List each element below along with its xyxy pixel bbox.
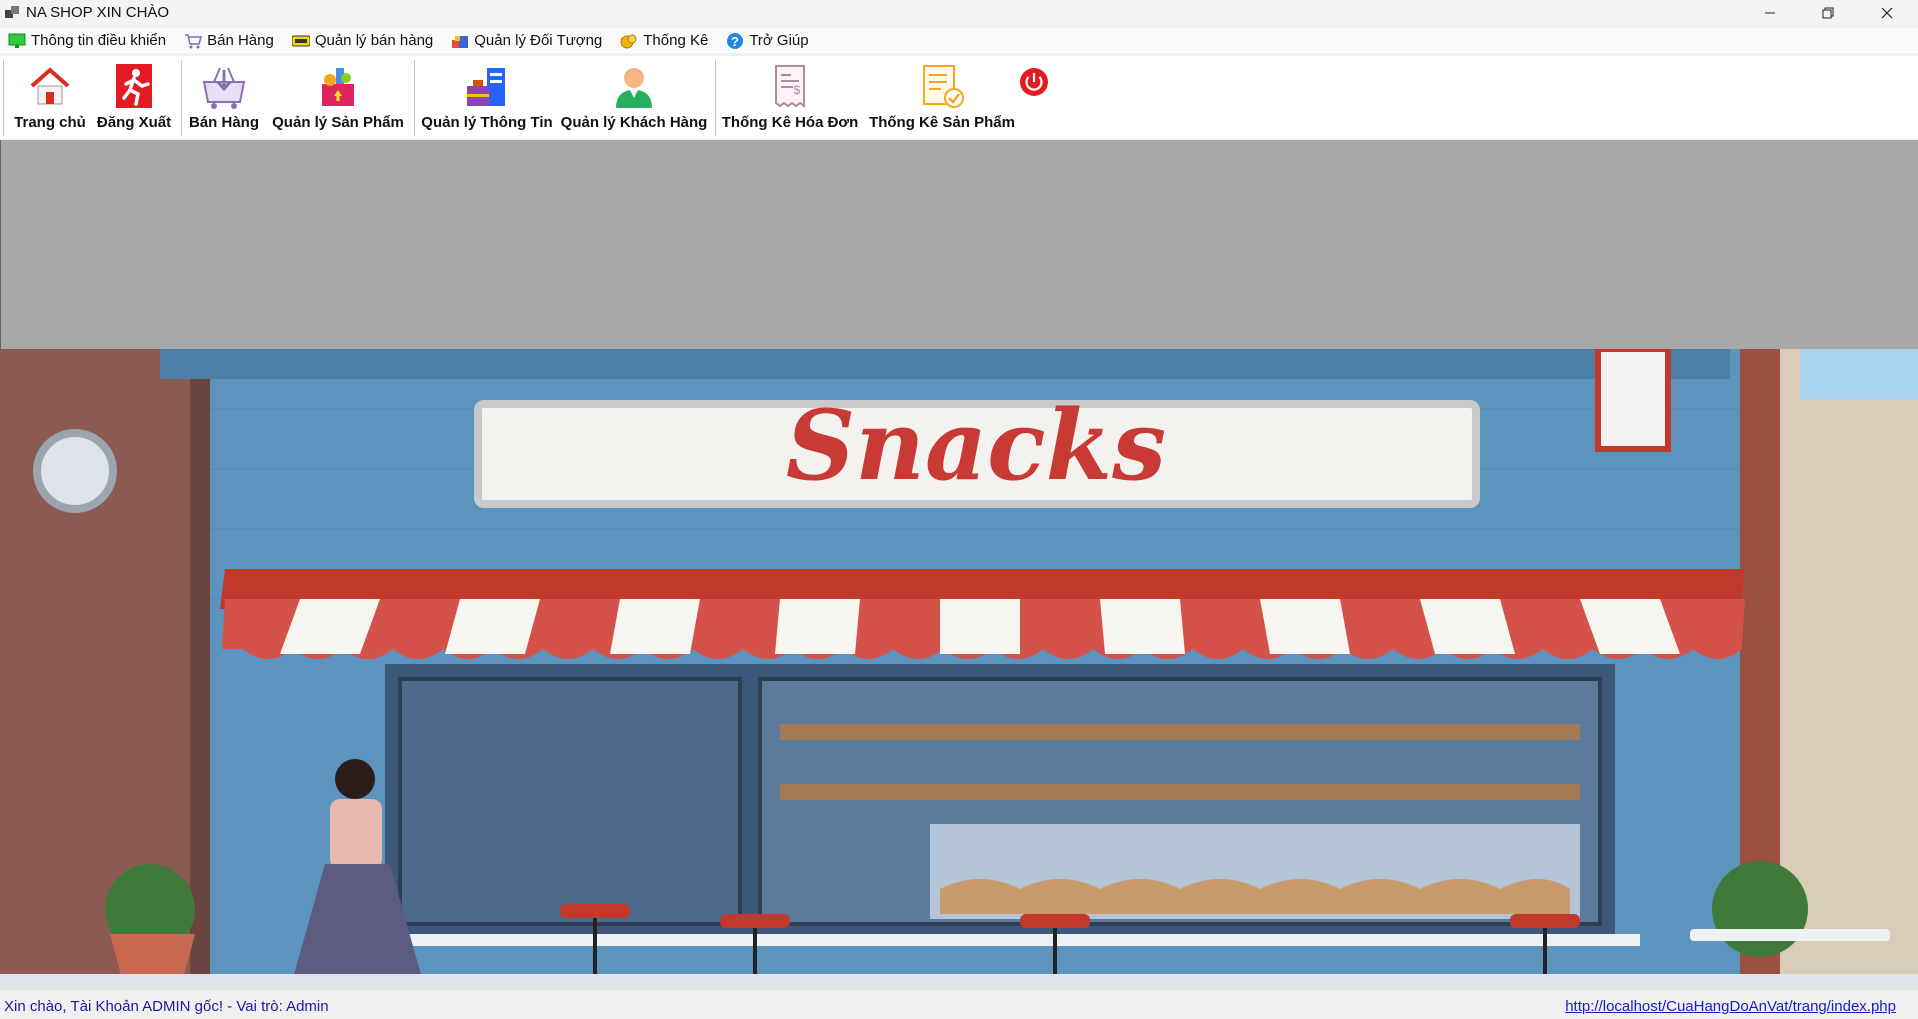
shop-sign-text: Snacks [786,389,1166,502]
menu-label: Bán Hàng [207,32,274,49]
info-management-button[interactable]: Quản lý Thông Tin [421,58,553,136]
app-icon [5,6,19,19]
minimize-icon [1765,12,1775,13]
product-report-icon [923,65,964,108]
toolbar-separator [181,60,182,136]
status-greeting: Xin chào, Tài Khoản ADMIN gốc! - Vai trò… [4,998,329,1015]
snack-shop-illustration: Snacks [0,349,1918,990]
power-button[interactable] [1018,58,1050,136]
toolbar-separator [715,60,716,136]
home-icon [30,67,70,105]
status-bar: Xin chào, Tài Khoản ADMIN gốc! - Vai trò… [0,994,1918,1019]
menu-sales[interactable]: Bán Hàng [176,28,284,53]
objects-icon [451,32,469,50]
toolbar: Trang chủ Đăng Xuất Bán Hàng Quản lý Sản… [0,56,1918,139]
menu-label: Trở Giúp [749,32,809,49]
toolbar-label: Đăng Xuất [96,114,172,131]
logout-button[interactable]: Đăng Xuất [96,58,172,136]
toolbar-label: Quản lý Khách Hàng [560,114,708,131]
customer-icon [616,68,652,108]
svg-text:$: $ [794,83,801,97]
sales-button[interactable]: Bán Hàng [188,58,260,136]
receipt-icon: $ [775,65,805,108]
menu-bar: Thông tin điều khiển Bán Hàng Quản lý bá… [0,28,1918,53]
close-button[interactable] [1864,0,1910,25]
basket-icon [202,67,246,109]
toolbar-separator [414,60,415,136]
monitor-icon [8,32,26,50]
toolbar-label: Quản lý Thông Tin [421,114,553,131]
title-bar: NA SHOP XIN CHÀO [0,0,1918,25]
product-statistics-button[interactable]: Thống Kê Sản Phẩm [868,58,1016,136]
menu-control-info[interactable]: Thông tin điều khiển [0,28,176,53]
toolbar-label: Trang chủ [14,114,86,131]
grocery-bag-icon [322,68,354,106]
menu-help[interactable]: ? Trở Giúp [718,28,818,53]
menu-object-management[interactable]: Quản lý Đối Tượng [443,28,612,53]
invoice-statistics-button[interactable]: $ Thống Kê Hóa Đơn [722,58,858,136]
cart-icon [184,32,203,50]
power-icon [1020,68,1048,96]
minimize-button[interactable] [1747,0,1793,25]
new-badge-icon [291,32,310,50]
toolbar-label: Thống Kê Hóa Đơn [721,114,859,131]
toolbar-label: Quản lý Sản Phẩm [272,114,404,131]
svg-text:?: ? [731,34,739,49]
info-management-icon [467,68,505,106]
exit-icon [116,64,152,108]
menu-label: Quản lý Đối Tượng [474,32,603,49]
content-area [0,140,1918,349]
toolbar-label: Thống Kê Sản Phẩm [869,114,1015,131]
home-button[interactable]: Trang chủ [12,58,88,136]
toolbar-separator [3,60,4,136]
restore-button[interactable] [1805,0,1851,25]
menu-label: Thông tin điều khiển [31,32,167,49]
restore-icon [1822,7,1834,18]
shop-banner-image: Snacks [0,349,1918,990]
close-icon [1881,7,1893,18]
menu-sales-management[interactable]: Quản lý bán hàng [284,28,443,53]
menu-statistics[interactable]: Thống Kê [612,28,718,53]
product-management-button[interactable]: Quản lý Sản Phẩm [268,58,408,136]
shop-website-link[interactable]: http://localhost/CuaHangDoAnVat/trang/in… [1565,998,1896,1015]
menu-label: Quản lý bán hàng [314,32,434,49]
help-icon: ? [726,32,744,50]
menu-label: Thống Kê [643,32,709,49]
customer-management-button[interactable]: Quản lý Khách Hàng [561,58,707,136]
toolbar-label: Bán Hàng [188,114,259,131]
window-title: NA SHOP XIN CHÀO [26,4,170,21]
coins-icon [620,32,638,50]
